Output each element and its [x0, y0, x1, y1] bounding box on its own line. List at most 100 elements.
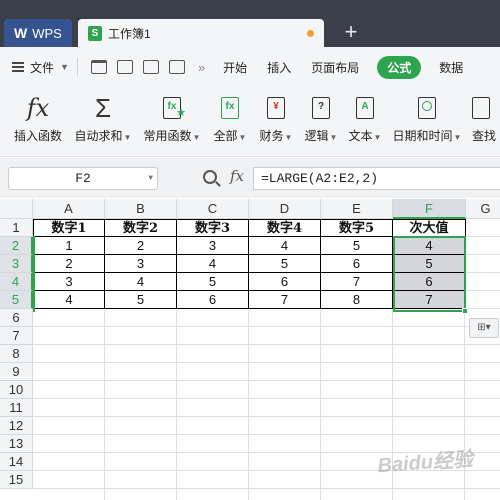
- result-cell[interactable]: 7: [393, 291, 466, 309]
- file-menu-button[interactable]: 文件 ▼: [12, 59, 69, 76]
- clock-icon: [418, 97, 436, 119]
- all-functions-icon: fx: [221, 97, 239, 119]
- row-header-11[interactable]: 11: [0, 399, 33, 417]
- chevron-down-icon: ▼: [453, 133, 462, 142]
- more-tools-icon[interactable]: »: [198, 60, 205, 75]
- row-header-2[interactable]: 2: [0, 237, 33, 255]
- chevron-down-icon: ▼: [123, 133, 132, 142]
- row-header-8[interactable]: 8: [0, 345, 33, 363]
- row-header-15[interactable]: 15: [0, 471, 33, 489]
- column-header-c[interactable]: C: [177, 199, 249, 219]
- finance-label: 财务: [259, 129, 284, 143]
- common-functions-icon: fx ★: [163, 97, 186, 119]
- column-header-a[interactable]: A: [33, 199, 105, 219]
- header-cell[interactable]: 数字5: [321, 219, 393, 237]
- result-cell[interactable]: 5: [393, 255, 466, 273]
- save-icon[interactable]: [116, 60, 133, 74]
- result-cell[interactable]: 6: [393, 273, 466, 291]
- logic-button[interactable]: ? 逻辑▼: [301, 93, 341, 153]
- name-box-value: F2: [75, 171, 91, 186]
- title-bar: W WPS S 工作簿1 +: [0, 0, 500, 47]
- column-header-d[interactable]: D: [249, 199, 321, 219]
- chevron-down-icon[interactable]: ▼: [148, 168, 153, 189]
- row-header-5[interactable]: 5: [0, 291, 33, 309]
- data-cell[interactable]: 3: [177, 237, 249, 255]
- spreadsheet-icon: S: [88, 25, 102, 41]
- row-header-1[interactable]: 1: [0, 219, 33, 237]
- header-cell[interactable]: 数字3: [177, 219, 249, 237]
- menu-formula[interactable]: 公式: [377, 55, 422, 79]
- unsaved-dot-icon: [307, 30, 314, 37]
- data-cell[interactable]: 4: [33, 291, 105, 309]
- chevron-down-icon: ▼: [60, 62, 69, 72]
- data-cell[interactable]: 2: [105, 237, 177, 255]
- data-cell[interactable]: 5: [105, 291, 177, 309]
- data-cell[interactable]: 7: [321, 273, 393, 291]
- chevron-down-icon: ▼: [192, 133, 201, 142]
- text-functions-label: 文本: [348, 129, 373, 143]
- menu-page-layout[interactable]: 页面布局: [311, 59, 359, 76]
- row-header-13[interactable]: 13: [0, 435, 33, 453]
- header-cell[interactable]: 数字1: [33, 219, 105, 237]
- row-header-9[interactable]: 9: [0, 363, 33, 381]
- data-cell[interactable]: 5: [321, 237, 393, 255]
- row-header-7[interactable]: 7: [0, 327, 33, 345]
- data-cell[interactable]: 4: [177, 255, 249, 273]
- menu-insert[interactable]: 插入: [267, 59, 291, 76]
- text-functions-button[interactable]: A 文本▼: [345, 93, 385, 153]
- data-cell[interactable]: 3: [33, 273, 105, 291]
- row-header-4[interactable]: 4: [0, 273, 33, 291]
- name-box[interactable]: F2 ▼: [8, 167, 158, 190]
- lookup-button[interactable]: 查找: [472, 93, 500, 153]
- zoom-icon[interactable]: [203, 170, 217, 184]
- insert-function-button[interactable]: fx 插入函数: [10, 93, 66, 153]
- header-cell[interactable]: 数字4: [249, 219, 321, 237]
- column-header-b[interactable]: B: [105, 199, 177, 219]
- fill-options-icon[interactable]: ⊞▾: [469, 318, 499, 338]
- column-header-f[interactable]: F: [393, 199, 466, 219]
- data-cell[interactable]: 4: [105, 273, 177, 291]
- lookup-label: 查找: [472, 129, 497, 143]
- row-header-12[interactable]: 12: [0, 417, 33, 435]
- fill-handle[interactable]: [462, 308, 468, 314]
- data-cell[interactable]: 8: [321, 291, 393, 309]
- header-cell[interactable]: 次大值: [393, 219, 466, 237]
- text-functions-icon: A: [356, 97, 374, 119]
- data-cell[interactable]: 5: [177, 273, 249, 291]
- formula-input[interactable]: =LARGE(A2:E2,2): [253, 167, 500, 190]
- export-pdf-icon[interactable]: [142, 60, 159, 74]
- select-all-corner[interactable]: [0, 199, 33, 219]
- tab-wps-home[interactable]: W WPS: [4, 19, 72, 47]
- autosum-button[interactable]: Σ 自动求和▼: [74, 93, 132, 153]
- header-cell[interactable]: 数字2: [105, 219, 177, 237]
- lookup-icon: [472, 97, 490, 119]
- row-header-6[interactable]: 6: [0, 309, 33, 327]
- data-cell[interactable]: 7: [249, 291, 321, 309]
- column-header-g[interactable]: G: [466, 199, 500, 219]
- file-menu-label: 文件: [30, 60, 55, 75]
- common-functions-button[interactable]: fx ★ 常用函数▼: [142, 93, 202, 153]
- menu-data[interactable]: 数据: [439, 59, 463, 76]
- data-cell[interactable]: 6: [321, 255, 393, 273]
- row-header-3[interactable]: 3: [0, 255, 33, 273]
- row-header-10[interactable]: 10: [0, 381, 33, 399]
- new-tab-button[interactable]: +: [340, 19, 362, 47]
- result-cell[interactable]: 4: [393, 237, 466, 255]
- tab-workbook[interactable]: S 工作簿1: [78, 19, 324, 47]
- all-functions-button[interactable]: fx 全部▼: [210, 93, 250, 153]
- insert-function-icon[interactable]: fx: [230, 167, 244, 185]
- finance-button[interactable]: ¥ 财务▼: [256, 93, 296, 153]
- menu-home[interactable]: 开始: [223, 59, 247, 76]
- data-cell[interactable]: 3: [105, 255, 177, 273]
- data-cell[interactable]: 6: [249, 273, 321, 291]
- data-cell[interactable]: 6: [177, 291, 249, 309]
- print-icon[interactable]: [168, 60, 185, 74]
- data-cell[interactable]: 4: [249, 237, 321, 255]
- open-folder-icon[interactable]: [90, 60, 107, 74]
- row-header-14[interactable]: 14: [0, 453, 33, 471]
- datetime-button[interactable]: 日期和时间▼: [392, 93, 462, 153]
- data-cell[interactable]: 1: [33, 237, 105, 255]
- column-header-e[interactable]: E: [321, 199, 393, 219]
- data-cell[interactable]: 5: [249, 255, 321, 273]
- data-cell[interactable]: 2: [33, 255, 105, 273]
